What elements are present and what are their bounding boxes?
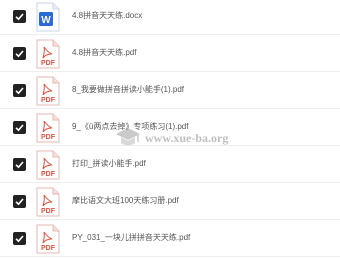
file-row[interactable]: PDF 4.8拼音天天练.pdf [0, 37, 340, 72]
svg-text:W: W [41, 15, 51, 26]
file-name[interactable]: PY_031_一块儿拼拼音天天练.pdf [72, 231, 190, 245]
file-row[interactable]: PDF 8_我要做拼音拼读小能手(1).pdf [0, 74, 340, 109]
file-name[interactable]: 8_我要做拼音拼读小能手(1).pdf [72, 83, 184, 97]
file-row[interactable]: PDF 打印_拼读小能手.pdf [0, 148, 340, 183]
pdf-file-icon: PDF [36, 187, 60, 217]
file-row[interactable]: W 4.8拼音天天练.docx [0, 0, 340, 35]
check-icon [15, 87, 24, 95]
file-name[interactable]: 摩比语文大班100天练习册.pdf [72, 194, 179, 208]
file-name[interactable]: 打印_拼读小能手.pdf [72, 157, 146, 171]
file-checkbox[interactable] [13, 47, 26, 60]
file-checkbox[interactable] [13, 84, 26, 97]
pdf-file-icon: PDF [36, 39, 60, 69]
svg-text:PDF: PDF [41, 208, 56, 215]
file-checkbox[interactable] [13, 10, 26, 23]
file-row[interactable]: PDF 摩比语文大班100天练习册.pdf [0, 185, 340, 220]
file-checkbox[interactable] [13, 195, 26, 208]
file-name[interactable]: 4.8拼音天天练.docx [72, 9, 142, 23]
svg-text:PDF: PDF [41, 245, 56, 252]
file-name[interactable]: 4.8拼音天天练.pdf [72, 46, 136, 60]
file-checkbox[interactable] [13, 121, 26, 134]
pdf-file-icon: PDF [36, 113, 60, 143]
svg-text:PDF: PDF [41, 60, 56, 67]
file-name[interactable]: 9_《ü两点去掉》专项练习(1).pdf [72, 120, 188, 134]
check-icon [15, 198, 24, 206]
word-file-icon: W [36, 2, 60, 32]
file-row[interactable]: PDF 9_《ü两点去掉》专项练习(1).pdf [0, 111, 340, 146]
file-checkbox[interactable] [13, 158, 26, 171]
file-list: W 4.8拼音天天练.docx PDF 4.8拼音天天练.pdf PDF 8_我… [0, 0, 340, 257]
svg-text:PDF: PDF [41, 97, 56, 104]
pdf-file-icon: PDF [36, 76, 60, 106]
svg-text:PDF: PDF [41, 134, 56, 141]
check-icon [15, 124, 24, 132]
check-icon [15, 161, 24, 169]
pdf-file-icon: PDF [36, 224, 60, 254]
check-icon [15, 235, 24, 243]
file-checkbox[interactable] [13, 232, 26, 245]
check-icon [15, 50, 24, 58]
pdf-file-icon: PDF [36, 150, 60, 180]
svg-text:PDF: PDF [41, 171, 56, 178]
check-icon [15, 13, 24, 21]
